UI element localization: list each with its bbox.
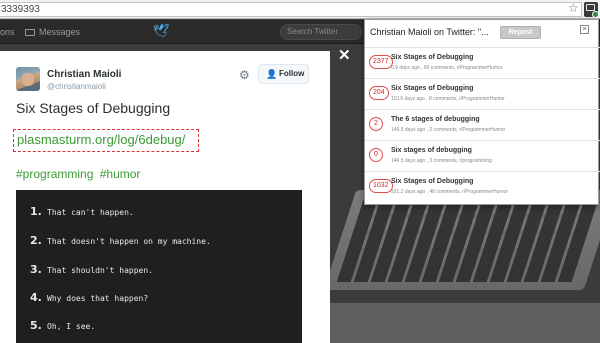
tweet-card: Christian Maioli @christianmaioli ⚙ 👤 Fo… xyxy=(0,51,330,343)
close-icon[interactable]: ✕ xyxy=(338,48,351,64)
repost-button[interactable]: Repost xyxy=(500,26,541,39)
extension-popup: Christian Maioli on Twitter: "... Repost… xyxy=(364,19,600,205)
add-user-icon: 👤 xyxy=(266,69,278,79)
follow-label: Follow xyxy=(279,69,305,78)
post-title[interactable]: Six stages of debugging xyxy=(391,146,472,155)
post-item[interactable]: 2377 Six Stages of Debugging 0.9 days ag… xyxy=(365,47,600,78)
post-item[interactable]: 0 Six stages of debugging 146.5 days ago… xyxy=(365,140,600,171)
image-line: 1. That can't happen. xyxy=(30,205,134,218)
post-item[interactable]: 1032 Six Stages of Debugging 321.2 days … xyxy=(365,171,600,202)
search-input[interactable]: Search Twitter xyxy=(280,24,362,40)
extension-glyph-icon xyxy=(586,4,595,11)
extension-icon[interactable] xyxy=(584,2,599,18)
bookmark-star-icon[interactable]: ☆ xyxy=(568,2,579,15)
extension-badge xyxy=(592,11,599,18)
tweet-text: Six Stages of Debugging xyxy=(16,100,171,116)
nav-messages-label[interactable]: Messages xyxy=(39,26,80,38)
popup-title: Christian Maioli on Twitter: "... xyxy=(370,27,489,37)
post-meta: 146.5 days ago , 3 comments, r/programmi… xyxy=(391,158,492,164)
post-title[interactable]: Six Stages of Debugging xyxy=(391,84,473,93)
hashtag-link[interactable]: #humor xyxy=(100,167,141,181)
image-line: 4. Why does that happen? xyxy=(30,291,149,304)
browser-toolbar: 3339393 ☆ xyxy=(0,0,600,19)
post-title[interactable]: Six Stages of Debugging xyxy=(391,53,473,62)
score-badge: 204 xyxy=(369,86,389,100)
post-title[interactable]: The 6 stages of debugging xyxy=(391,115,480,124)
tweet-link[interactable]: plasmasturm.org/log/6debug/ xyxy=(13,129,199,152)
background-strip xyxy=(330,303,600,343)
author-name[interactable]: Christian Maioli xyxy=(47,69,121,81)
tweet-image[interactable]: 1. That can't happen. 2. That doesn't happ… xyxy=(16,190,302,343)
post-meta: 0.9 days ago , 90 comments, r/Programmer… xyxy=(391,65,503,71)
post-meta: 321.2 days ago , 46 comments, r/Programm… xyxy=(391,189,508,195)
image-line: 2. That doesn't happen on my machine. xyxy=(30,234,211,247)
image-line: 3. That shouldn't happen. xyxy=(30,263,153,276)
messages-icon[interactable] xyxy=(25,29,35,36)
laptop-keyboard-image xyxy=(336,200,599,282)
post-title[interactable]: Six Stages of Debugging xyxy=(391,177,473,186)
author-handle[interactable]: @christianmaioli xyxy=(47,82,106,92)
popup-close-icon[interactable]: × xyxy=(580,25,589,34)
follow-button[interactable]: 👤 Follow xyxy=(258,64,309,84)
twitter-bird-icon[interactable]: 🕊 xyxy=(153,23,170,39)
image-line: 5. Oh, I see. xyxy=(30,319,96,332)
avatar[interactable] xyxy=(16,67,40,91)
hashtags: #programming #humor xyxy=(16,167,143,182)
post-item[interactable]: 2 The 6 stages of debugging 146.5 days a… xyxy=(365,109,600,140)
post-meta: 110.6 days ago , 8 comments, r/Programme… xyxy=(391,96,505,102)
nav-home-label[interactable]: ons xyxy=(0,26,15,38)
post-item[interactable]: 204 Six Stages of Debugging 110.6 days a… xyxy=(365,78,600,109)
score-badge: 2 xyxy=(369,117,383,131)
gear-icon[interactable]: ⚙ xyxy=(239,68,250,82)
hashtag-link[interactable]: #programming xyxy=(16,167,93,181)
post-meta: 146.5 days ago , 2 comments, r/Programme… xyxy=(391,127,506,133)
address-bar[interactable]: 3339393 xyxy=(0,2,582,17)
score-badge: 1032 xyxy=(369,179,393,193)
score-badge: 0 xyxy=(369,148,383,162)
score-badge: 2377 xyxy=(369,55,393,69)
